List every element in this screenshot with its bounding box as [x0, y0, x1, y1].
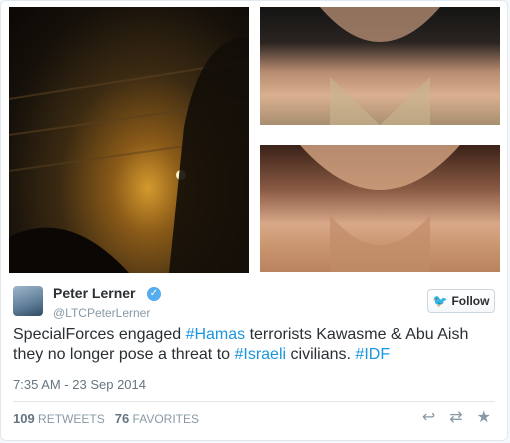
tweet-text-segment: SpecialForces engaged	[13, 326, 186, 343]
tweet-text-segment: civilians.	[286, 346, 356, 363]
tweet-actions: ↩ ⇄ ★	[422, 407, 491, 427]
favorites-count[interactable]: 76	[115, 411, 129, 426]
star-icon[interactable]: ★	[477, 407, 491, 427]
tweet-card: Peter Lerner ✓ @LTCPeterLerner 🐦 Follow …	[0, 0, 508, 441]
retweets-count[interactable]: 109	[13, 411, 35, 426]
user-handle[interactable]: @LTCPeterLerner	[53, 306, 150, 320]
divider	[13, 401, 495, 402]
follow-button[interactable]: 🐦 Follow	[427, 289, 495, 313]
tweet-timestamp[interactable]: 7:35 AM - 23 Sep 2014	[13, 377, 146, 392]
tweet-text: SpecialForces engaged #Hamas terrorists …	[13, 325, 497, 365]
hashtag-israeli[interactable]: #Israeli	[234, 346, 286, 363]
photo-night-soldier[interactable]	[9, 7, 249, 273]
tweet-stats: 109 RETWEETS 76 FAVORITES	[13, 411, 199, 426]
hashtag-idf[interactable]: #IDF	[355, 346, 390, 363]
photo-face-2[interactable]	[260, 145, 500, 272]
avatar[interactable]	[13, 286, 43, 316]
retweet-icon[interactable]: ⇄	[449, 407, 462, 427]
user-name[interactable]: Peter Lerner	[53, 285, 135, 301]
favorites-label[interactable]: FAVORITES	[133, 412, 199, 426]
verified-badge-icon: ✓	[147, 287, 161, 301]
photo-face-1[interactable]	[260, 7, 500, 125]
hashtag-hamas[interactable]: #Hamas	[186, 326, 246, 343]
follow-label: Follow	[451, 294, 490, 308]
twitter-bird-icon: 🐦	[432, 294, 448, 308]
retweets-label[interactable]: RETWEETS	[38, 412, 105, 426]
reply-icon[interactable]: ↩	[422, 407, 435, 427]
